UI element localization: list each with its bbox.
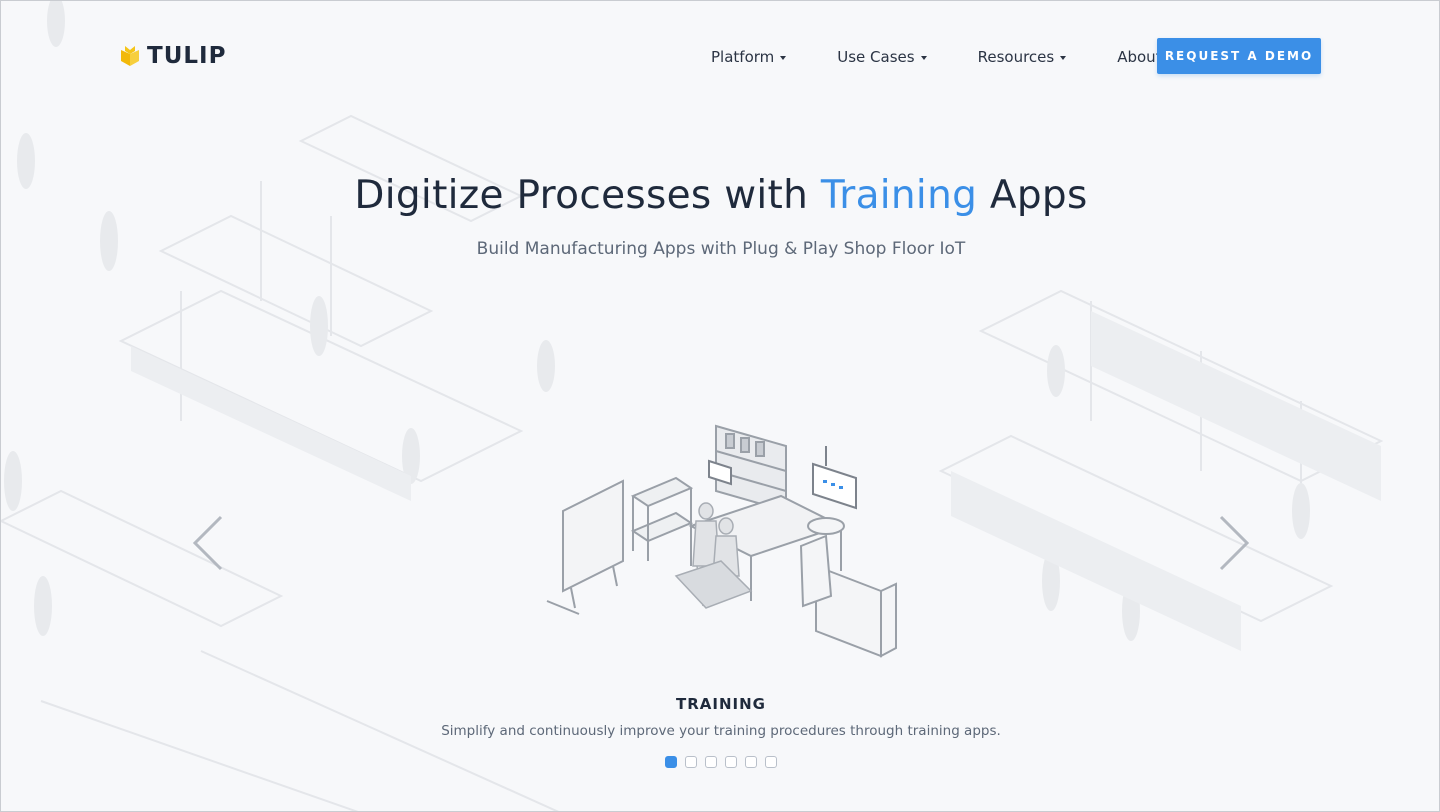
- slide-title: TRAINING: [676, 695, 766, 713]
- caret-down-icon: [780, 55, 787, 60]
- hero-title: Digitize Processes with Training Apps: [1, 173, 1439, 218]
- nav-item-use-cases[interactable]: Use Cases: [827, 46, 936, 68]
- hero-subtitle: Build Manufacturing Apps with Plug & Pla…: [476, 239, 966, 259]
- tulip-flower-icon: [121, 46, 139, 66]
- carousel-dot[interactable]: [765, 756, 777, 768]
- hero-title-suffix: Apps: [977, 173, 1088, 218]
- nav-item-platform[interactable]: Platform: [701, 46, 796, 68]
- nav-item-label: Resources: [977, 48, 1055, 66]
- caret-down-icon: [920, 55, 927, 60]
- tulip-logo[interactable]: TULIP: [119, 41, 226, 71]
- chevron-right-icon: [1219, 515, 1250, 571]
- carousel-dot[interactable]: [745, 756, 757, 768]
- carousel-dot[interactable]: [685, 756, 697, 768]
- hero-title-prefix: Digitize Processes with: [354, 173, 821, 218]
- site-header: TULIP Platform Use Cases Resources About…: [1, 1, 1439, 111]
- carousel-dot[interactable]: [705, 756, 717, 768]
- carousel-prev-button[interactable]: [187, 513, 227, 573]
- brand-name: TULIP: [147, 43, 227, 69]
- slide-description: Simplify and continuously improve your t…: [441, 723, 1001, 739]
- carousel-dot[interactable]: [665, 756, 677, 768]
- nav-item-label: Use Cases: [837, 48, 915, 66]
- page-frame: TULIP Platform Use Cases Resources About…: [0, 0, 1440, 812]
- factory-background-illustration: [1, 1, 1384, 811]
- nav-item-label: About: [1117, 48, 1162, 66]
- hero-title-accent: Training: [820, 173, 978, 218]
- chevron-left-icon: [192, 515, 223, 571]
- request-demo-button[interactable]: REQUEST A DEMO: [1157, 38, 1321, 74]
- main-nav: Platform Use Cases Resources About: [701, 46, 1184, 68]
- caret-down-icon: [1060, 55, 1067, 60]
- nav-item-label: Platform: [711, 48, 775, 66]
- carousel-next-button[interactable]: [1215, 513, 1255, 573]
- carousel-pagination: [1, 756, 1439, 768]
- nav-item-resources[interactable]: Resources: [968, 46, 1077, 68]
- carousel-dot[interactable]: [725, 756, 737, 768]
- training-workstation-illustration: [546, 424, 897, 658]
